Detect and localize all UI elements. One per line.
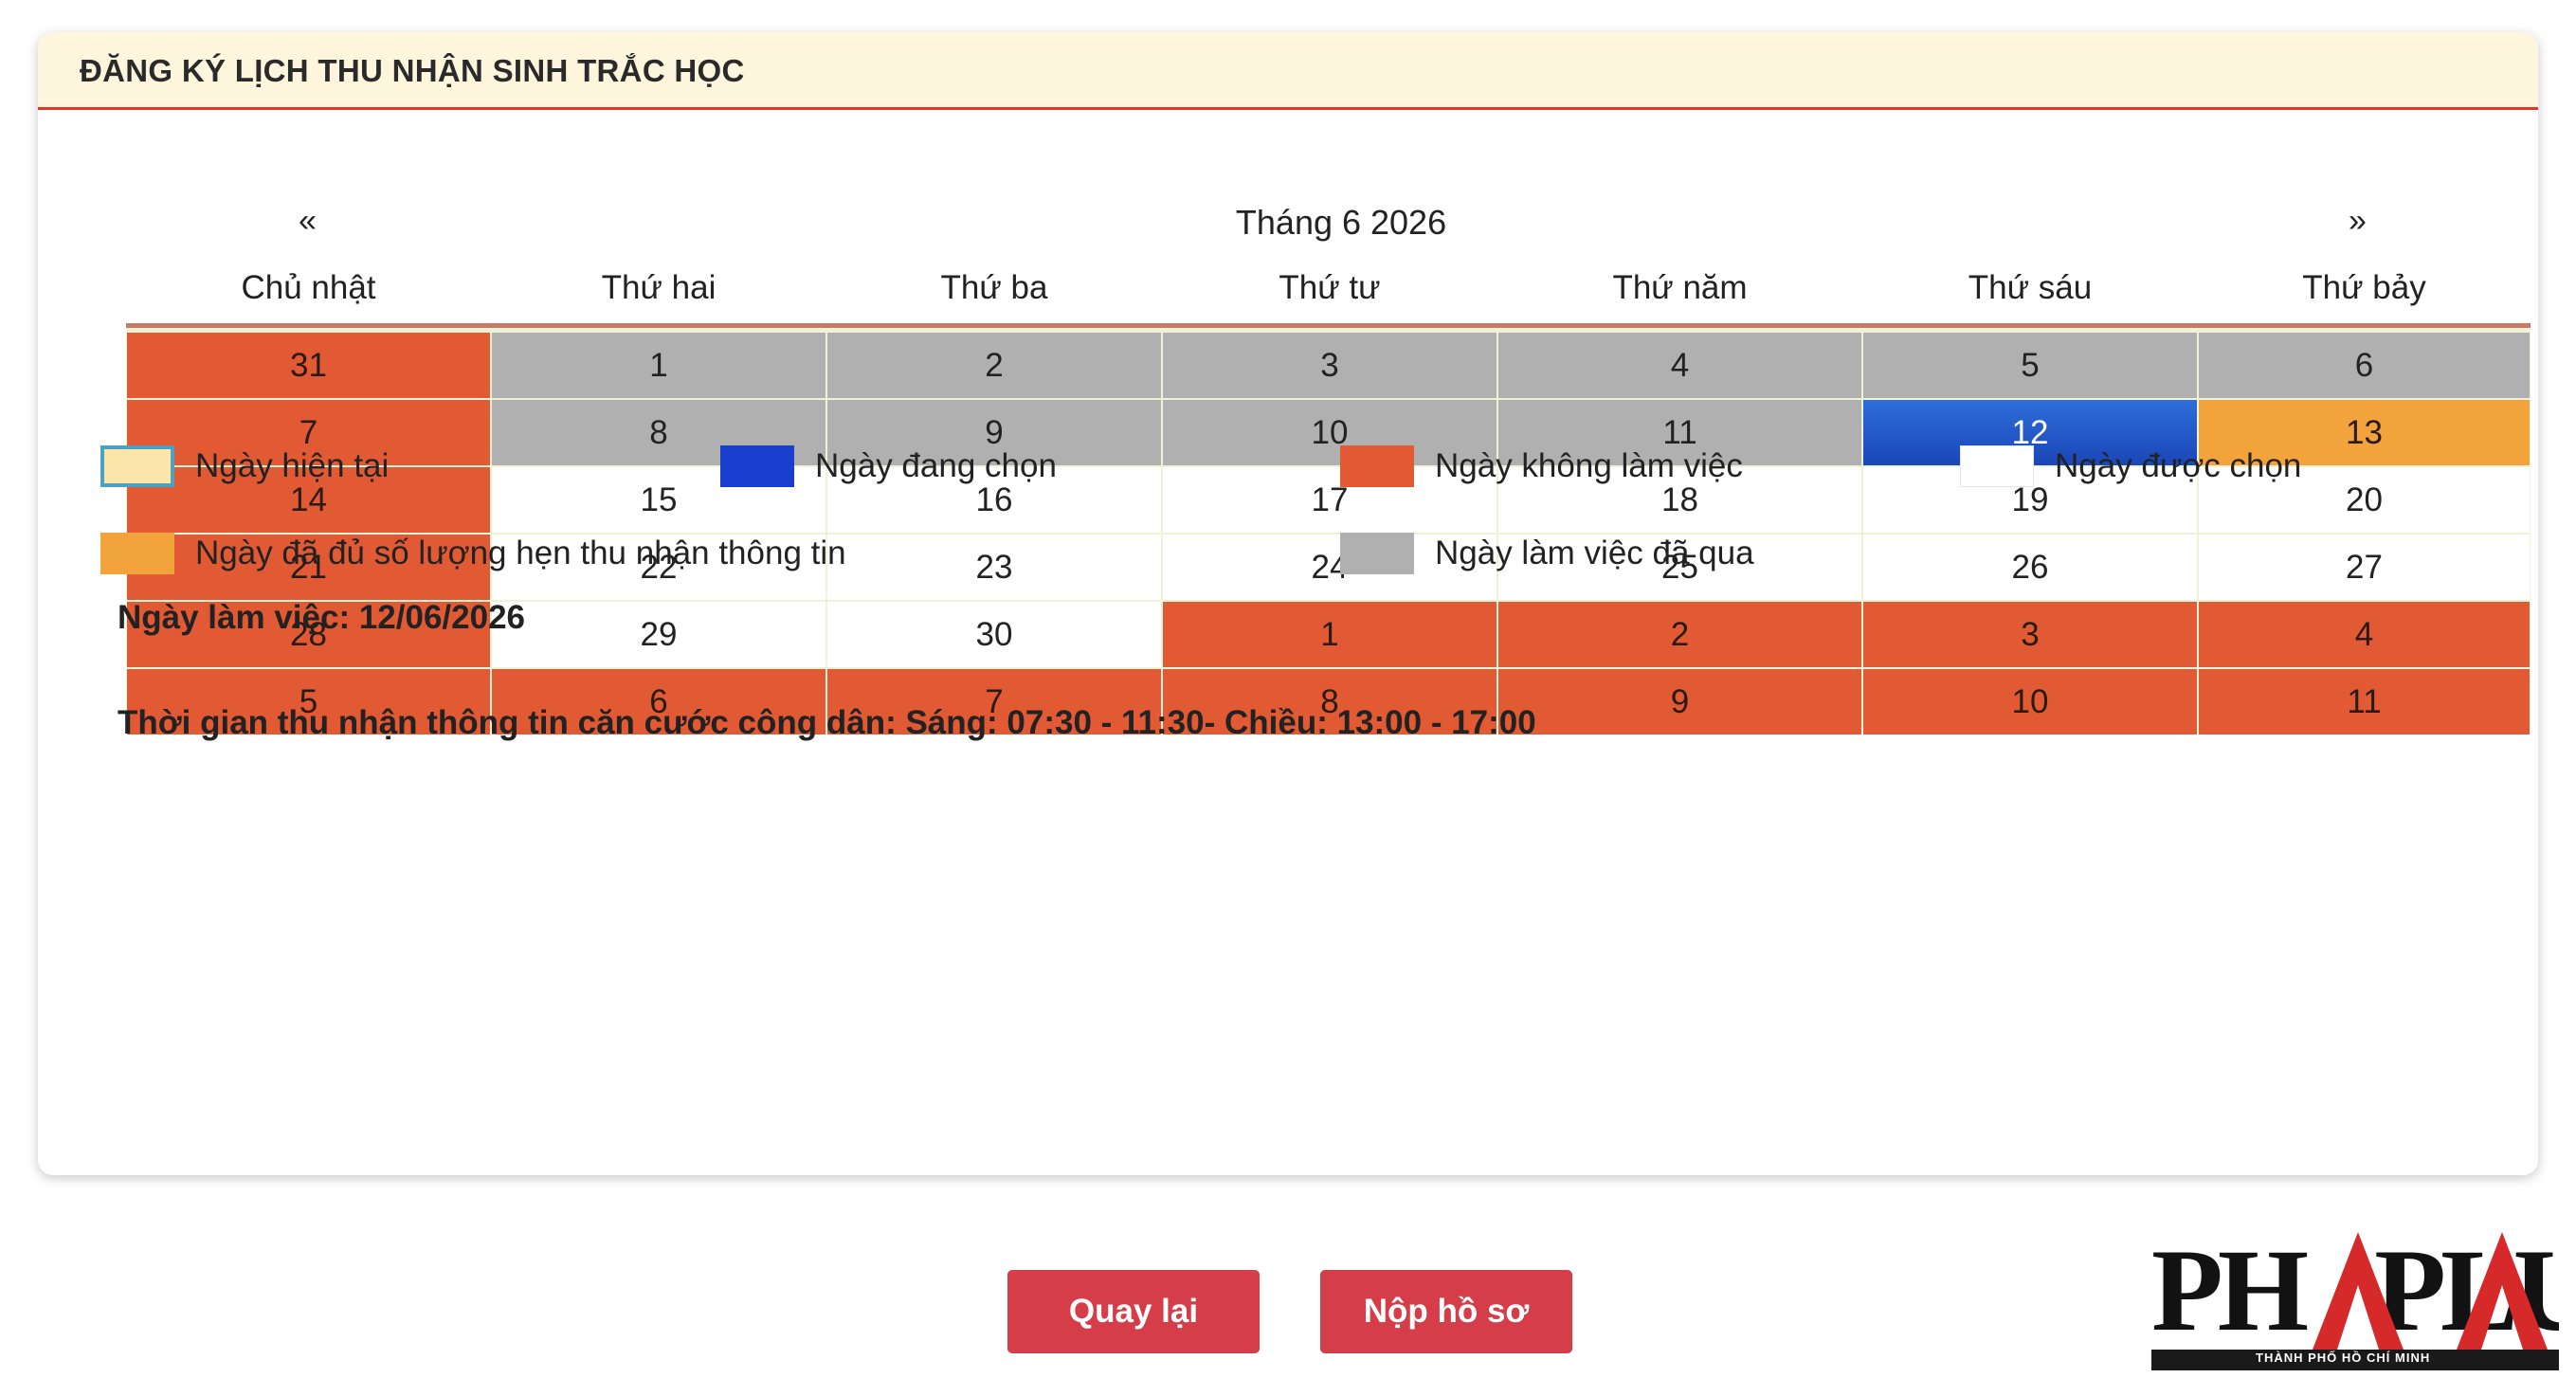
month-title: Tháng 6 2026: [1235, 203, 1447, 242]
work-day-text: Ngày làm việc: 12/06/2026: [118, 599, 526, 636]
legend-swatch-off: [1340, 445, 1414, 487]
legend-past: Ngày làm việc đã qua: [1340, 533, 1754, 574]
legend-off: Ngày không làm việc: [1340, 445, 1743, 487]
logo-subtitle: THÀNH PHỐ HỒ CHÍ MINH: [2256, 1351, 2431, 1365]
legend-current: Ngày hiện tại: [100, 445, 389, 487]
prev-month-button[interactable]: «: [299, 203, 317, 240]
legend-swatch-current: [100, 445, 174, 487]
working-hours-text: Thời gian thu nhận thông tin căn cước cô…: [118, 704, 1536, 741]
legend-free: Ngày được chọn: [1960, 445, 2301, 487]
calendar-day-free[interactable]: 27: [2199, 535, 2530, 600]
legend-swatch-full: [100, 533, 174, 574]
calendar-day-free[interactable]: 29: [492, 602, 825, 667]
registration-card: ĐĂNG KÝ LỊCH THU NHẬN SINH TRẮC HỌC « Th…: [38, 32, 2538, 1175]
legend-label: Ngày được chọn: [2055, 447, 2302, 484]
weekday-label: Chủ nhật: [241, 269, 376, 306]
legend-full: Ngày đã đủ số lượng hẹn thu nhận thông t…: [100, 533, 846, 574]
legend-label: Ngày hiện tại: [195, 447, 390, 484]
calendar-day-off: 4: [2199, 602, 2530, 667]
legend-swatch-past: [1340, 533, 1414, 574]
weekday-label: Thứ bảy: [2302, 269, 2426, 306]
back-button[interactable]: Quay lại: [1007, 1270, 1260, 1353]
legend-selected: Ngày đang chọn: [720, 445, 1057, 487]
calendar-day-past: 1: [492, 333, 825, 398]
calendar-day-off: 1: [1163, 602, 1497, 667]
calendar-day-free[interactable]: 30: [827, 602, 1161, 667]
calendar-day-free[interactable]: 23: [827, 535, 1161, 600]
legend-label: Ngày đã đủ số lượng hẹn thu nhận thông t…: [195, 535, 846, 571]
weekday-label: Thứ năm: [1612, 269, 1748, 306]
calendar-day-off: 3: [1863, 602, 2197, 667]
calendar-day-off: 10: [1863, 669, 2197, 734]
legend-label: Ngày không làm việc: [1435, 447, 1743, 484]
page-title: ĐĂNG KÝ LỊCH THU NHẬN SINH TRẮC HỌC: [80, 53, 745, 88]
weekday-header: Chủ nhật Thứ hai Thứ ba Thứ tư Thứ năm Thứ sá…: [126, 269, 2531, 317]
calendar-day-past: 5: [1863, 333, 2197, 398]
calendar-day-off: 9: [1498, 669, 1861, 734]
calendar-day-off: 31: [127, 333, 490, 398]
card-header: ĐĂNG KÝ LỊCH THU NHẬN SINH TRẮC HỌC: [38, 32, 2538, 110]
calendar-grid: 31 1 2 3 4 5 6 7 8 9 10 11 12 13 14 15 16 17 18 19 20 21 22 23 2…: [126, 323, 2531, 734]
logo-a-icon: [2313, 1232, 2404, 1350]
submit-button[interactable]: Nộp hồ sơ: [1320, 1270, 1572, 1353]
calendar-day-past: 6: [2199, 333, 2530, 398]
weekday-label: Thứ tư: [1279, 269, 1381, 306]
calendar-day-past: 2: [827, 333, 1161, 398]
calendar-day-off: 11: [2199, 669, 2530, 734]
calendar-day-past: 4: [1498, 333, 1861, 398]
logo-a2-icon: [2457, 1232, 2548, 1350]
legend-swatch-free: [1960, 445, 2034, 487]
calendar-day-free[interactable]: 26: [1863, 535, 2197, 600]
next-month-button[interactable]: »: [2349, 203, 2367, 240]
weekday-label: Thứ ba: [940, 269, 1048, 306]
weekday-label: Thứ hai: [601, 269, 717, 306]
legend-label: Ngày làm việc đã qua: [1435, 535, 1754, 571]
calendar-day-off: 2: [1498, 602, 1861, 667]
phapluat-logo: PH PLU T THÀNH PHỐ HỒ CHÍ MINH: [2151, 1228, 2559, 1378]
legend-label: Ngày đang chọn: [815, 447, 1057, 484]
weekday-label: Thứ sáu: [1968, 269, 2093, 306]
calendar-day-past: 3: [1163, 333, 1497, 398]
legend-swatch-selected: [720, 445, 794, 487]
